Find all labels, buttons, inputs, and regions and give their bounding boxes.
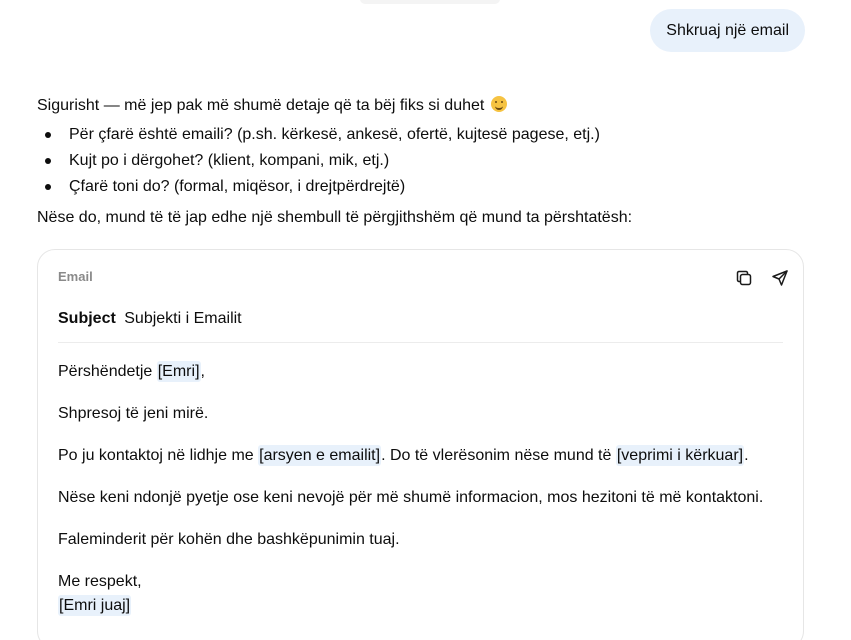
subject-label: Subject [58, 310, 116, 327]
subject-value: Subjekti i Emailit [124, 310, 242, 327]
greeting-text: Përshëndetje [58, 363, 157, 380]
assistant-reply: Sigurisht — më jep pak më shumë detaje q… [37, 94, 807, 230]
placeholder-recipient-name: [Emri] [156, 361, 201, 382]
reply-intro: Sigurisht — më jep pak më shumë detaje q… [37, 94, 807, 118]
previous-content-fade [360, 0, 500, 4]
placeholder-sender-name: [Emri juaj] [58, 595, 132, 616]
list-item: Çfarë toni do? (formal, miqësor, i drejt… [37, 174, 807, 200]
email-body: Përshëndetje [Emri], Shpresoj të jeni mi… [58, 360, 783, 636]
reply-bullet-list: Për çfarë është emaili? (p.sh. kërkesë, … [37, 122, 807, 200]
send-icon [772, 270, 788, 286]
reply-intro-text: Sigurisht — më jep pak më shumë detaje q… [37, 97, 485, 114]
email-line-thanks: Faleminderit për kohën dhe bashkëpunimin… [58, 531, 400, 548]
reply-outro: Nëse do, mund të të jap edhe një shembul… [37, 209, 633, 226]
email-signoff: Me respekt, [Emri juaj] [58, 570, 783, 618]
purpose-text-1: Po ju kontaktoj në lidhje me [58, 447, 259, 464]
purpose-text-2: . Do të vlerësonim nëse mund të [381, 447, 616, 464]
closing-text: Me respekt, [58, 573, 142, 590]
greeting-punctuation: , [200, 363, 205, 380]
copy-button[interactable] [733, 267, 755, 289]
list-item: Kujt po i dërgohet? (klient, kompani, mi… [37, 148, 807, 174]
purpose-text-3: . [744, 447, 749, 464]
send-button[interactable] [769, 267, 791, 289]
smiling-face-emoji-icon [490, 96, 507, 112]
user-message-bubble: Shkruaj një email [650, 9, 805, 52]
placeholder-email-reason: [arsyen e emailit] [258, 445, 382, 466]
email-line-purpose: Po ju kontaktoj në lidhje me [arsyen e e… [58, 444, 783, 468]
copy-icon [736, 270, 752, 286]
email-draft-card: Email Subject Subjekti i Emailit Përshën… [37, 249, 804, 640]
email-card-label: Email [58, 269, 93, 284]
email-greeting: Përshëndetje [Emri], [58, 360, 783, 384]
email-line-wellbeing: Shpresoj të jeni mirë. [58, 405, 209, 422]
email-line-questions: Nëse keni ndonjë pyetje ose keni nevojë … [58, 489, 764, 506]
list-item: Për çfarë është emaili? (p.sh. kërkesë, … [37, 122, 807, 148]
chat-page: Shkruaj një email Sigurisht — më jep pak… [0, 0, 851, 640]
email-subject-row: Subject Subjekti i Emailit [58, 308, 783, 343]
placeholder-requested-action: [veprimi i kërkuar] [615, 445, 745, 466]
email-card-actions [733, 267, 791, 289]
